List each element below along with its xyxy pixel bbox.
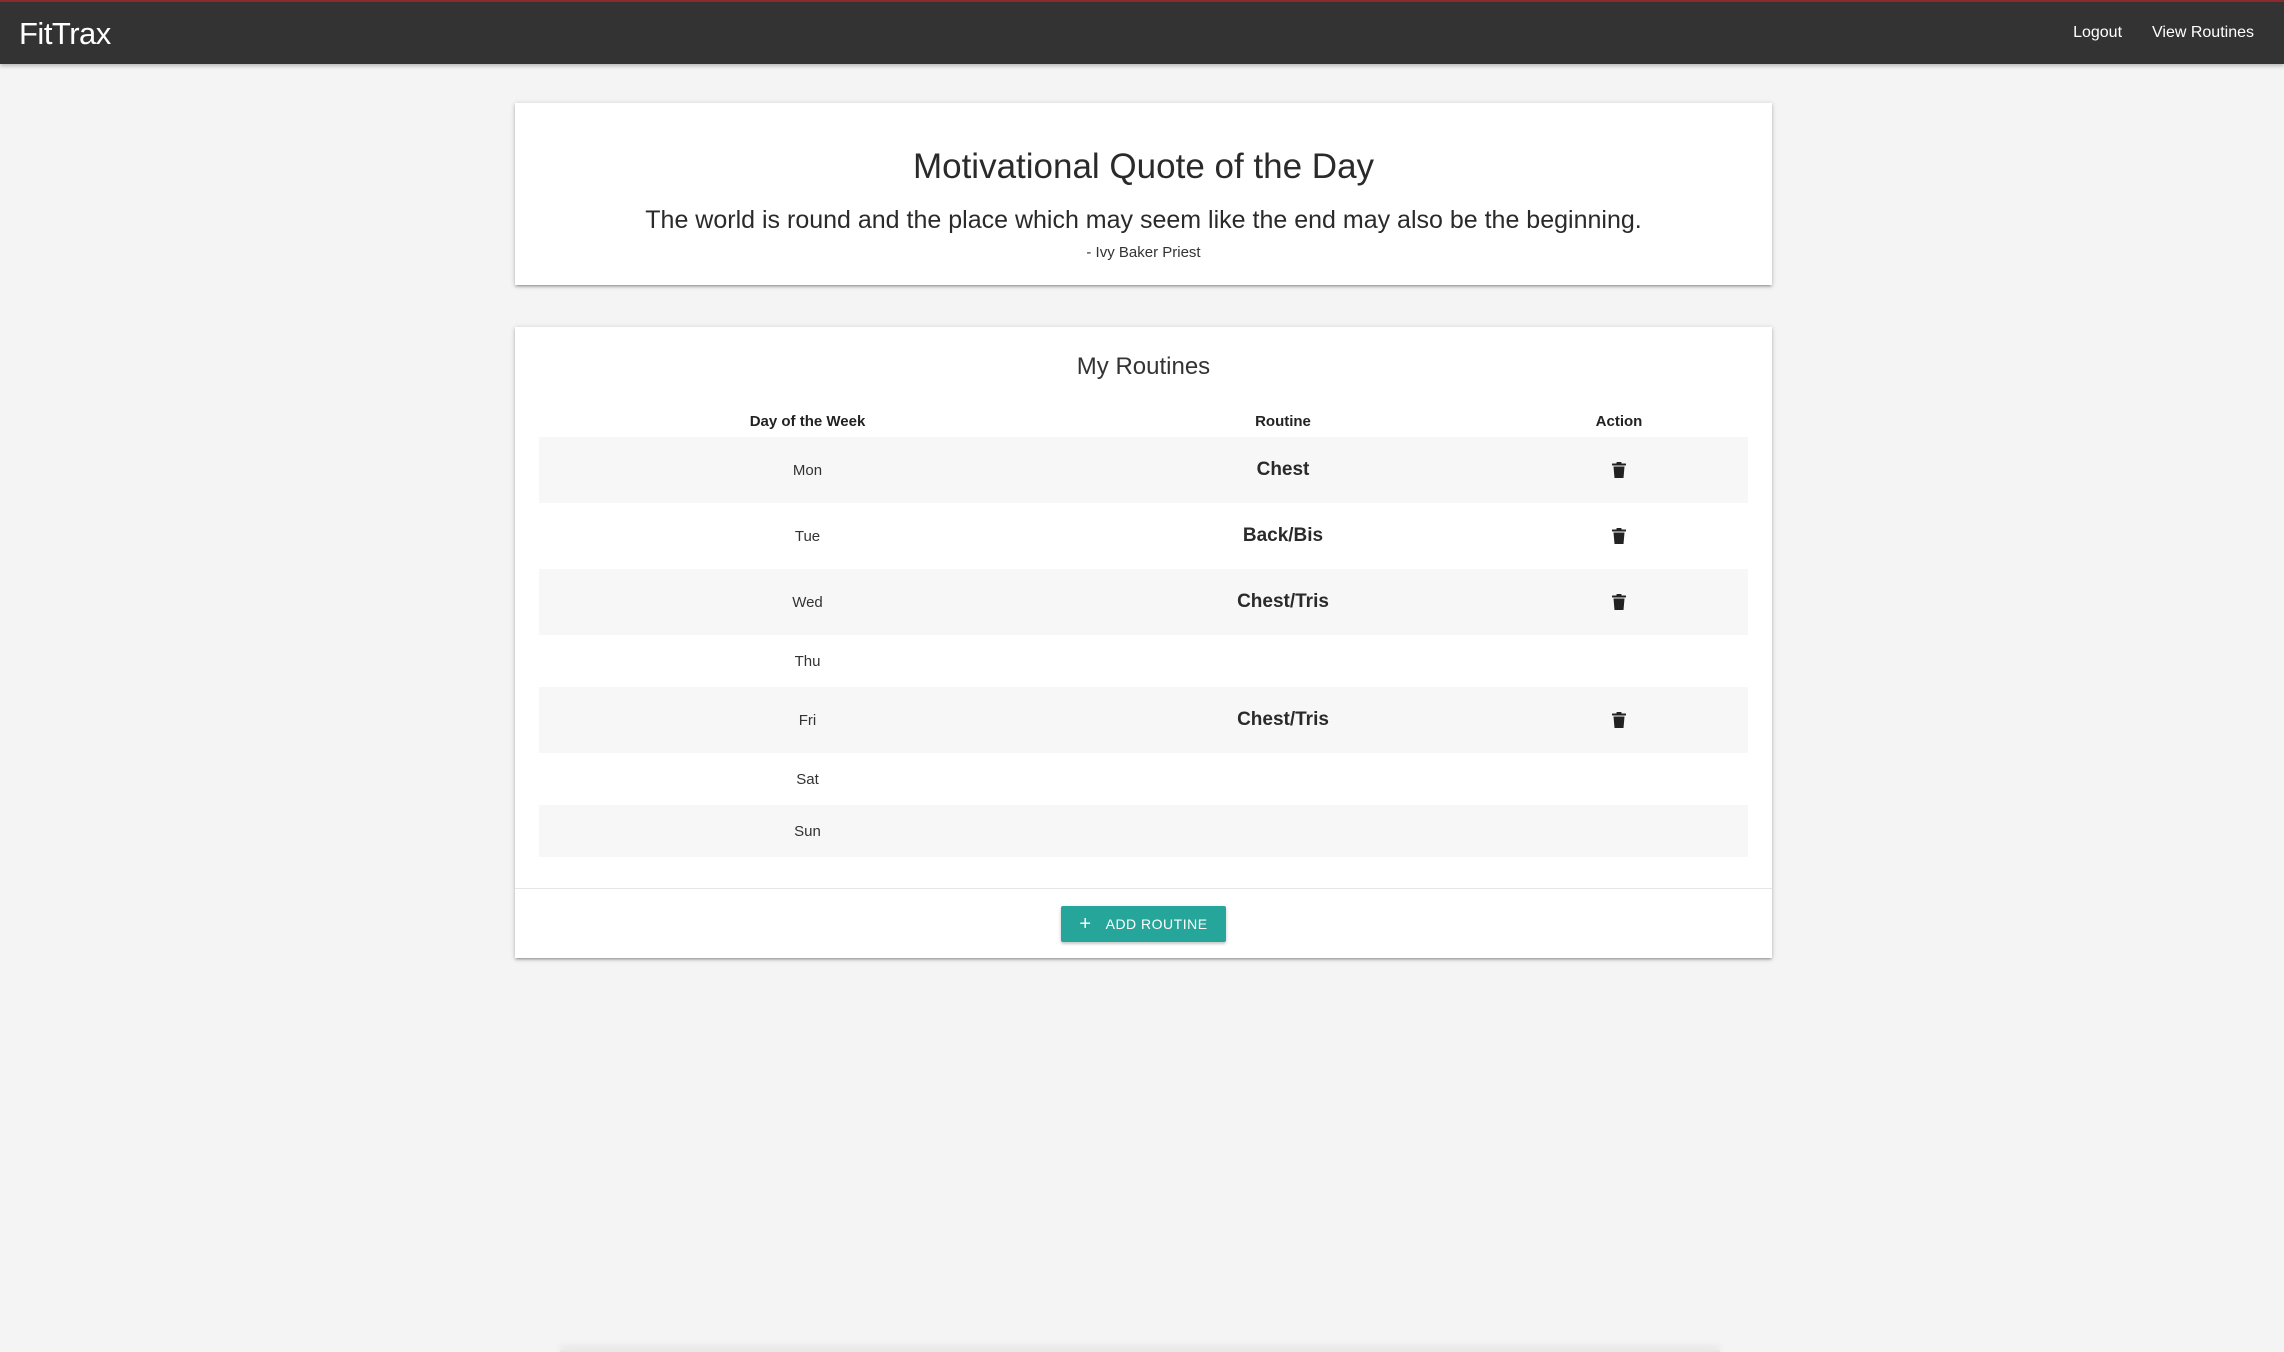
trash-icon[interactable] [1612, 461, 1626, 478]
row-action [1490, 527, 1748, 545]
table-row: Mon Chest [539, 437, 1748, 503]
row-action [1490, 593, 1748, 611]
quote-author: - Ivy Baker Priest [1086, 244, 1201, 261]
table-row: Tue Back/Bis [539, 503, 1748, 569]
table-row: Fri Chest/Tris [539, 687, 1748, 753]
quote-title: Motivational Quote of the Day [912, 147, 1375, 186]
plus-icon: + [1079, 913, 1092, 935]
add-routine-button[interactable]: + Add Routine [1061, 906, 1226, 942]
row-routine[interactable]: Chest/Tris [1076, 709, 1490, 731]
table-row: Sat [539, 753, 1748, 805]
table-row: Thu [539, 635, 1748, 687]
row-routine[interactable]: Chest [1076, 459, 1490, 481]
row-day: Wed [792, 593, 823, 611]
quote-text: The world is round and the place which m… [645, 206, 1642, 234]
logout-link[interactable]: Logout [2073, 24, 2122, 42]
quote-card: Motivational Quote of the Day The world … [515, 103, 1772, 285]
nav-links: Logout View Routines [2073, 24, 2254, 42]
table-header: Day of the Week Routine Action [539, 405, 1748, 437]
header-routine: Routine [1255, 412, 1311, 430]
routines-title: My Routines [1076, 353, 1211, 380]
trash-icon[interactable] [1612, 711, 1626, 728]
row-day: Sun [794, 822, 821, 840]
row-day: Tue [794, 527, 821, 545]
row-day: Fri [798, 711, 817, 729]
routines-card-footer: + Add Routine [515, 888, 1772, 959]
header-day: Day of the Week [749, 412, 866, 430]
table-row: Wed Chest/Tris [539, 569, 1748, 635]
view-routines-link[interactable]: View Routines [2152, 24, 2254, 42]
top-navbar: FitTrax Logout View Routines [0, 0, 2284, 64]
row-routine[interactable]: Chest/Tris [1076, 591, 1490, 613]
row-day: Sat [796, 770, 819, 788]
add-routine-label: Add Routine [1105, 916, 1208, 932]
trash-icon[interactable] [1612, 527, 1626, 544]
row-action [1490, 461, 1748, 479]
brand-logo-link[interactable]: FitTrax [19, 16, 111, 52]
row-day: Mon [792, 461, 823, 479]
row-day: Thu [794, 652, 821, 670]
row-routine[interactable]: Back/Bis [1076, 525, 1490, 547]
table-row: Sun [539, 805, 1748, 857]
routines-table: Day of the Week Routine Action Mon Chest… [539, 405, 1748, 857]
routines-card: My Routines Day of the Week Routine Acti… [515, 327, 1772, 958]
header-action: Action [1595, 412, 1643, 430]
trash-icon[interactable] [1612, 593, 1626, 610]
row-action [1490, 711, 1748, 729]
